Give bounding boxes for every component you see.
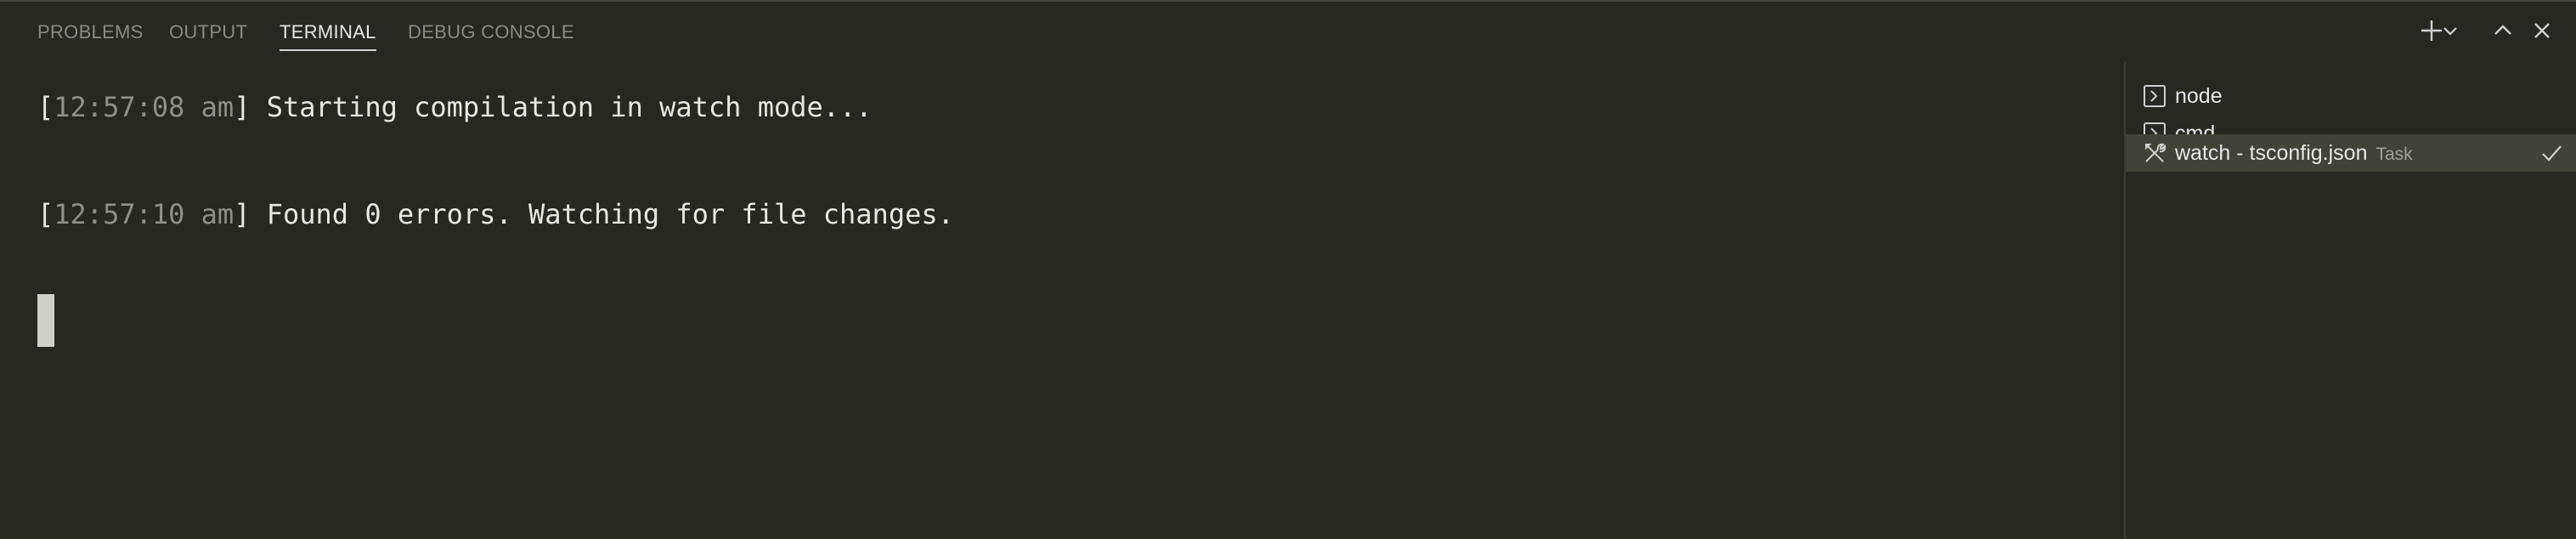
bracket-close: ] — [234, 198, 251, 230]
timestamp: 12:57:08 am — [54, 91, 234, 123]
task-name: watch - tsconfig.json — [2175, 141, 2368, 165]
panel-actions — [2416, 15, 2561, 46]
task-tag: Task — [2375, 145, 2413, 164]
terminal-line: [12:57:08 am] Starting compilation in wa… — [37, 90, 873, 124]
terminal-message: Starting compilation in watch mode... — [250, 91, 873, 123]
chevron-down-icon[interactable] — [2440, 15, 2460, 46]
timestamp: 12:57:10 am — [54, 198, 234, 230]
panel-tab-bar: PROBLEMS OUTPUT TERMINAL DEBUG CONSOLE — [0, 0, 2576, 61]
terminal-list: node cmd watch - tsconfig.json Task — [2126, 61, 2576, 539]
terminal-list-item-watch[interactable]: watch - tsconfig.json Task — [2126, 134, 2576, 172]
terminal-cursor — [37, 294, 54, 347]
close-icon[interactable] — [2527, 15, 2557, 46]
terminal-message: Found 0 errors. Watching for file change… — [250, 198, 954, 230]
tab-terminal[interactable]: TERMINAL — [280, 20, 376, 51]
bracket-close: ] — [234, 91, 251, 123]
terminal-list-item-node[interactable]: node — [2126, 78, 2576, 114]
tools-icon — [2143, 141, 2166, 165]
terminal-icon — [2143, 84, 2166, 108]
bracket-open: [ — [37, 198, 54, 230]
bracket-open: [ — [37, 91, 54, 123]
tab-problems[interactable]: PROBLEMS — [37, 20, 144, 44]
tab-output[interactable]: OUTPUT — [169, 20, 247, 44]
tab-debug-console[interactable]: DEBUG CONSOLE — [408, 20, 574, 44]
terminal-line: [12:57:10 am] Found 0 errors. Watching f… — [37, 197, 954, 231]
check-icon — [2539, 140, 2564, 166]
terminal-list-label: watch - tsconfig.json Task — [2175, 140, 2413, 167]
terminal-list-label: node — [2175, 84, 2223, 108]
chevron-up-icon[interactable] — [2488, 15, 2518, 46]
